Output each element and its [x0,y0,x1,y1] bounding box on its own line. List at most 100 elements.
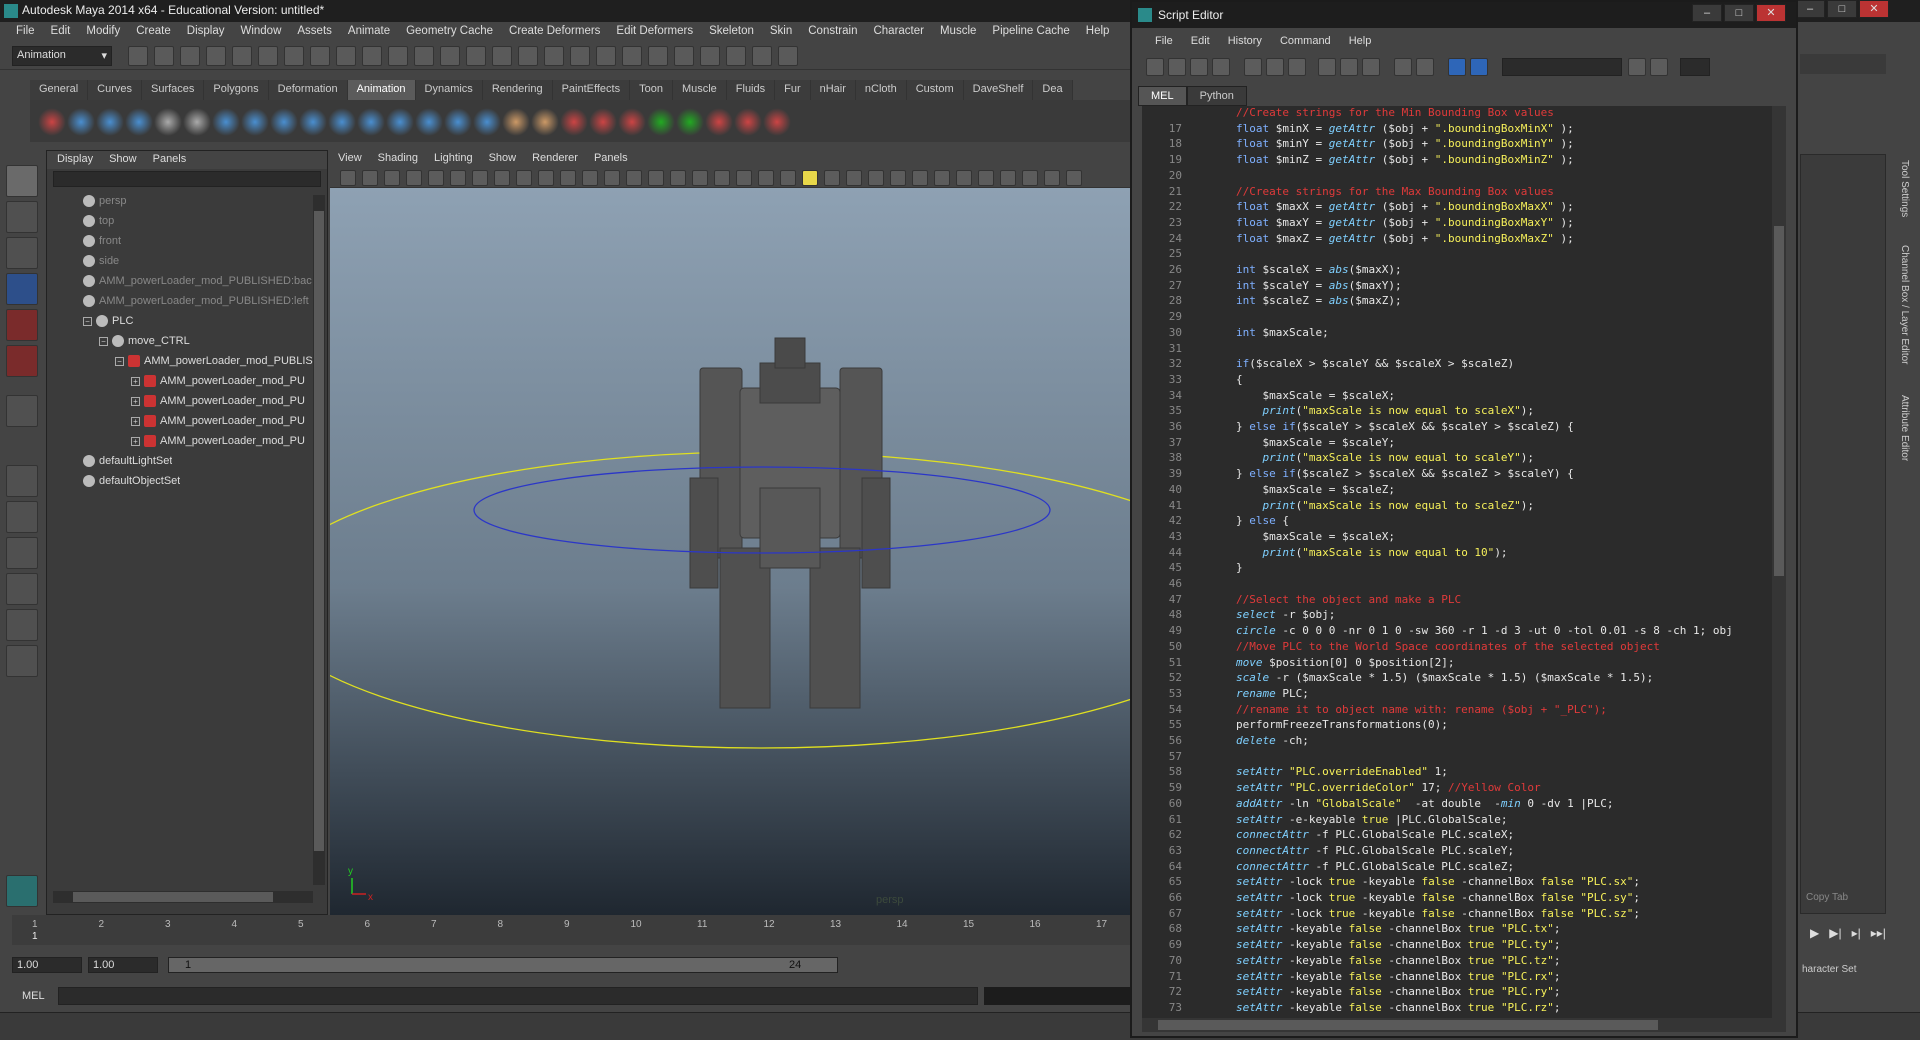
viewport-tool-icon[interactable] [428,170,444,186]
shelf-tool-icon[interactable] [676,108,704,136]
menu-character[interactable]: Character [865,22,932,42]
shelf-tool-icon[interactable] [763,108,791,136]
viewport-tool-icon[interactable] [736,170,752,186]
shelf-tab-ncloth[interactable]: nCloth [855,80,907,100]
outliner-item[interactable]: defaultObjectSet [83,475,180,493]
menu-pipeline-cache[interactable]: Pipeline Cache [984,22,1077,42]
viewport-menu-lighting[interactable]: Lighting [434,152,473,166]
layout-graph-icon[interactable] [6,573,38,605]
shelf-tool-icon[interactable] [734,108,762,136]
status-line-tool-icon[interactable] [128,46,148,66]
shelf-tab-custom[interactable]: Custom [906,80,964,100]
play-forward-icon[interactable]: ▶ [1810,926,1819,940]
layout-single-icon[interactable] [6,465,38,497]
viewport-tool-icon[interactable] [538,170,554,186]
shelf-tab-animation[interactable]: Animation [347,80,416,100]
shelf-tab-rendering[interactable]: Rendering [482,80,553,100]
expand-toggle-icon[interactable]: + [131,436,140,446]
shelf-tool-icon[interactable] [502,108,530,136]
outliner-item[interactable]: + AMM_powerLoader_mod_PU [131,435,305,453]
status-line-tool-icon[interactable] [674,46,694,66]
outliner-item[interactable]: + AMM_powerLoader_mod_PU [131,395,305,413]
viewport-tool-icon[interactable] [714,170,730,186]
echo-commands-icon[interactable] [1244,58,1262,76]
shelf-tool-icon[interactable] [705,108,733,136]
current-frame-marker[interactable]: 1 [32,931,38,942]
go-to-end-icon[interactable]: ▸▸| [1871,926,1886,940]
status-line-tool-icon[interactable] [232,46,252,66]
viewport-menu-renderer[interactable]: Renderer [532,152,578,166]
select-tool-icon[interactable] [6,165,38,197]
clear-input-icon[interactable] [1340,58,1358,76]
shelf-tab-general[interactable]: General [30,80,89,100]
viewport-tool-icon[interactable] [868,170,884,186]
shelf-tab-toon[interactable]: Toon [630,80,673,100]
viewport-tool-icon[interactable] [384,170,400,186]
viewport-tool-icon[interactable] [824,170,840,186]
status-line-tool-icon[interactable] [284,46,304,66]
expand-toggle-icon[interactable]: + [131,376,140,386]
menu-skin[interactable]: Skin [762,22,800,42]
status-line-tool-icon[interactable] [206,46,226,66]
viewport-tool-icon[interactable] [494,170,510,186]
shelf-tool-icon[interactable] [560,108,588,136]
shelf-tab-nhair[interactable]: nHair [810,80,856,100]
status-line-tool-icon[interactable] [778,46,798,66]
outliner-hscroll-thumb[interactable] [73,892,273,902]
outliner-item[interactable]: + AMM_powerLoader_mod_PU [131,415,305,433]
shelf-tool-icon[interactable] [183,108,211,136]
viewport-tool-icon[interactable] [516,170,532,186]
script-input-area[interactable]: //Create strings for the Min Bounding Bo… [1142,106,1782,1018]
outliner-filter-input[interactable] [53,171,321,187]
viewport-tool-icon[interactable] [648,170,664,186]
shelf-tab-daveshelf[interactable]: DaveShelf [963,80,1034,100]
se-menu-file[interactable]: File [1146,32,1182,52]
expand-toggle-icon[interactable]: + [131,396,140,406]
maximize-icon[interactable]: □ [1827,0,1857,18]
menu-set-dropdown[interactable]: Animation ▾ [12,46,112,66]
layout-script-icon[interactable] [6,645,38,677]
viewport-tool-icon[interactable] [1066,170,1082,186]
outliner-item[interactable]: − PLC [83,315,133,333]
status-line-tool-icon[interactable] [388,46,408,66]
menu-modify[interactable]: Modify [78,22,128,42]
se-menu-edit[interactable]: Edit [1182,32,1219,52]
execute-all-icon[interactable] [1448,58,1466,76]
status-line-tool-icon[interactable] [440,46,460,66]
shelf-tool-icon[interactable] [357,108,385,136]
script-hscroll-thumb[interactable] [1158,1020,1658,1030]
viewport-tool-icon[interactable] [1022,170,1038,186]
scale-tool-icon[interactable] [6,345,38,377]
viewport-3d[interactable]: y x persp [330,188,1130,915]
status-line-tool-icon[interactable] [752,46,772,66]
last-tool-icon[interactable] [6,395,38,427]
tab-tool-settings[interactable]: Tool Settings [1890,160,1910,217]
viewport-tool-icon[interactable] [582,170,598,186]
shelf-tool-icon[interactable] [618,108,646,136]
outliner-vscroll-thumb[interactable] [314,211,324,851]
shelf-tool-icon[interactable] [589,108,617,136]
viewport-tool-icon[interactable] [450,170,466,186]
menu-create-deformers[interactable]: Create Deformers [501,22,608,42]
outliner-item[interactable]: front [83,235,121,253]
step-forward-icon[interactable]: ▶| [1829,926,1841,940]
status-line-tool-icon[interactable] [570,46,590,66]
move-tool-icon[interactable] [6,273,38,305]
viewport-tool-icon[interactable] [780,170,796,186]
batch-render-icon[interactable] [1288,58,1306,76]
viewport-tool-icon[interactable] [758,170,774,186]
show-line-numbers-icon[interactable] [1266,58,1284,76]
show-tooltip-icon[interactable] [1394,58,1412,76]
viewport-tool-icon[interactable] [956,170,972,186]
shelf-tab-painteffects[interactable]: PaintEffects [552,80,631,100]
shelf-tool-icon[interactable] [154,108,182,136]
menu-skeleton[interactable]: Skeleton [701,22,762,42]
shelf-tool-icon[interactable] [241,108,269,136]
se-minimize-icon[interactable]: – [1692,4,1722,22]
status-line-tool-icon[interactable] [492,46,512,66]
status-line-tool-icon[interactable] [336,46,356,66]
lasso-tool-icon[interactable] [6,201,38,233]
viewport-menu-view[interactable]: View [338,152,362,166]
menu-animate[interactable]: Animate [340,22,398,42]
viewport-tool-icon[interactable] [846,170,862,186]
